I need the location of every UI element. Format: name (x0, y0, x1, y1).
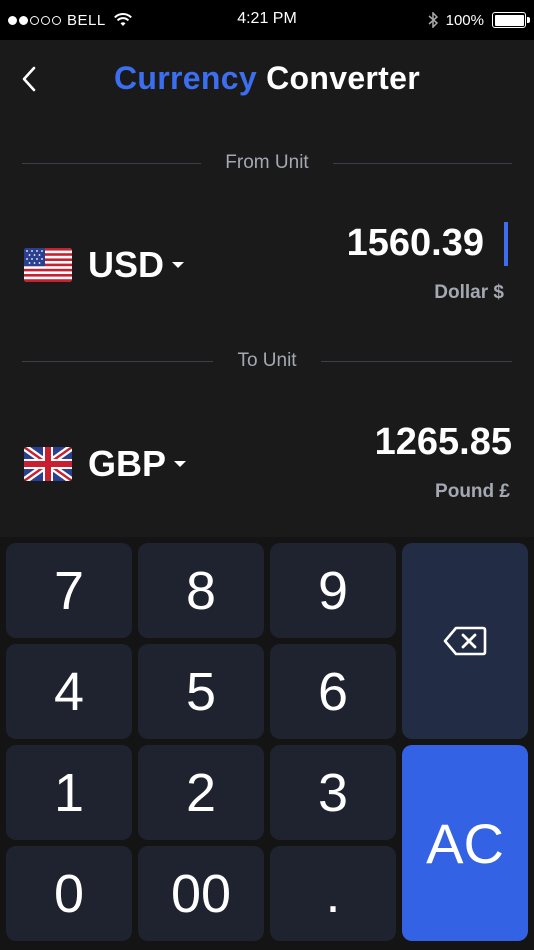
page-title: Currency Converter (0, 60, 534, 97)
to-amount-value: 1265.85 (374, 421, 512, 463)
from-unit-name: Dollar $ (434, 282, 504, 303)
key-4[interactable]: 4 (6, 644, 132, 739)
key-5[interactable]: 5 (138, 644, 264, 739)
to-currency-selector[interactable]: GBP (24, 443, 187, 485)
status-right: 100% (428, 10, 530, 30)
clear-button[interactable]: AC (402, 745, 528, 941)
status-bar: BELL 4:21 PM 100% (0, 0, 534, 40)
key-7[interactable]: 7 (6, 543, 132, 638)
text-cursor (504, 222, 508, 266)
delete-button[interactable] (402, 543, 528, 739)
to-currency-code: GBP (88, 443, 167, 484)
uk-flag-icon (24, 447, 72, 481)
bluetooth-icon (428, 12, 438, 28)
key-6[interactable]: 6 (270, 644, 396, 739)
title-rest: Converter (266, 60, 420, 96)
battery-icon (492, 12, 530, 28)
from-unit-label: From Unit (225, 152, 309, 173)
key-8[interactable]: 8 (138, 543, 264, 638)
keypad: 7 8 9 4 5 6 1 2 3 0 00 . AC (0, 537, 534, 950)
key-00[interactable]: 00 (138, 846, 264, 941)
title-accent: Currency (114, 60, 257, 96)
key-3[interactable]: 3 (270, 745, 396, 840)
backspace-icon (443, 626, 487, 656)
us-flag-icon (24, 248, 72, 282)
from-currency-row: USD 1560.39 Dollar $ (22, 222, 512, 312)
chevron-down-icon (172, 262, 185, 268)
to-unit-label: To Unit (237, 350, 297, 371)
from-currency-selector[interactable]: USD (24, 244, 185, 286)
battery-percentage: 100% (445, 11, 484, 29)
key-0[interactable]: 0 (6, 846, 132, 941)
to-unit-divider: To Unit (22, 349, 513, 373)
key-2[interactable]: 2 (138, 745, 264, 840)
from-currency-code: USD (88, 244, 165, 285)
from-unit-divider: From Unit (22, 151, 512, 175)
key-1[interactable]: 1 (6, 745, 132, 840)
chevron-down-icon (174, 461, 187, 467)
key-9[interactable]: 9 (270, 543, 396, 638)
from-amount-input[interactable]: 1560.39 (347, 222, 484, 265)
key-decimal[interactable]: . (270, 846, 396, 941)
to-unit-name: Pound £ (435, 481, 510, 502)
to-currency-row: GBP 1265.85 Pound £ (22, 421, 512, 511)
